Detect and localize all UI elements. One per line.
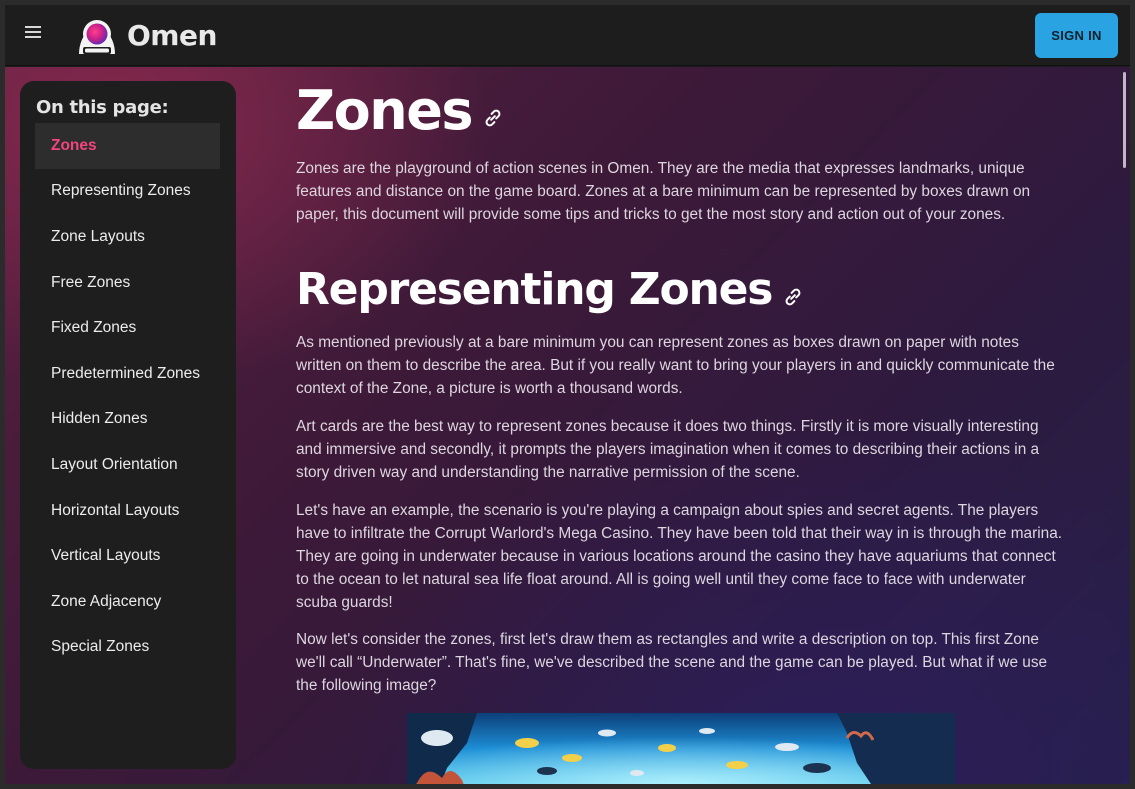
toc-item-layout-orientation[interactable]: Layout Orientation: [35, 442, 220, 488]
paragraph-consider-zones: Now let's consider the zones, first let'…: [296, 631, 1048, 694]
toc-item-representing-zones[interactable]: Representing Zones: [35, 169, 220, 215]
on-this-page-sidebar: On this page: Zones Representing Zones Z…: [20, 81, 236, 769]
anchor-link-icon[interactable]: [782, 286, 804, 308]
toc-item-zone-layouts[interactable]: Zone Layouts: [35, 214, 220, 260]
anchor-link-icon[interactable]: [482, 107, 504, 129]
intro-paragraph: Zones are the playground of action scene…: [296, 160, 1031, 223]
brand-home-link[interactable]: Omen: [73, 14, 217, 56]
section-heading-representing-zones: Representing Zones: [296, 263, 804, 317]
hamburger-menu-icon[interactable]: [25, 26, 41, 40]
page-scrollbar[interactable]: [1123, 72, 1126, 168]
toc-item-horizontal-layouts[interactable]: Horizontal Layouts: [35, 488, 220, 534]
page-title: Zones: [296, 81, 504, 141]
toc-item-zone-adjacency[interactable]: Zone Adjacency: [35, 579, 220, 625]
omen-logo-icon: [79, 20, 115, 54]
sign-in-button[interactable]: SIGN IN: [1035, 13, 1118, 58]
toc-list: Zones Representing Zones Zone Layouts Fr…: [35, 123, 220, 670]
underwater-scene-icon: [407, 713, 955, 784]
toc-item-special-zones[interactable]: Special Zones: [35, 625, 220, 671]
paragraph-representing: As mentioned previously at a bare minimu…: [296, 334, 1055, 397]
toc-item-hidden-zones[interactable]: Hidden Zones: [35, 397, 220, 443]
sidebar-title: On this page:: [36, 97, 169, 118]
paragraph-art-cards: Art cards are the best way to represent …: [296, 418, 1040, 481]
page-title-text: Zones: [296, 79, 473, 142]
browser-viewport: Omen SIGN IN On this page: Zones Represe…: [5, 5, 1130, 784]
section-heading-text: Representing Zones: [296, 264, 773, 315]
brand-name: Omen: [127, 18, 217, 52]
paragraph-example: Let's have an example, the scenario is y…: [296, 502, 1063, 611]
underwater-aquarium-image: [407, 713, 955, 784]
toc-item-predetermined-zones[interactable]: Predetermined Zones: [35, 351, 220, 397]
top-navigation-bar: Omen SIGN IN: [5, 5, 1130, 66]
page-content: On this page: Zones Representing Zones Z…: [5, 67, 1130, 784]
toc-item-vertical-layouts[interactable]: Vertical Layouts: [35, 533, 220, 579]
toc-item-free-zones[interactable]: Free Zones: [35, 260, 220, 306]
toc-item-fixed-zones[interactable]: Fixed Zones: [35, 305, 220, 351]
toc-item-zones[interactable]: Zones: [35, 123, 220, 169]
